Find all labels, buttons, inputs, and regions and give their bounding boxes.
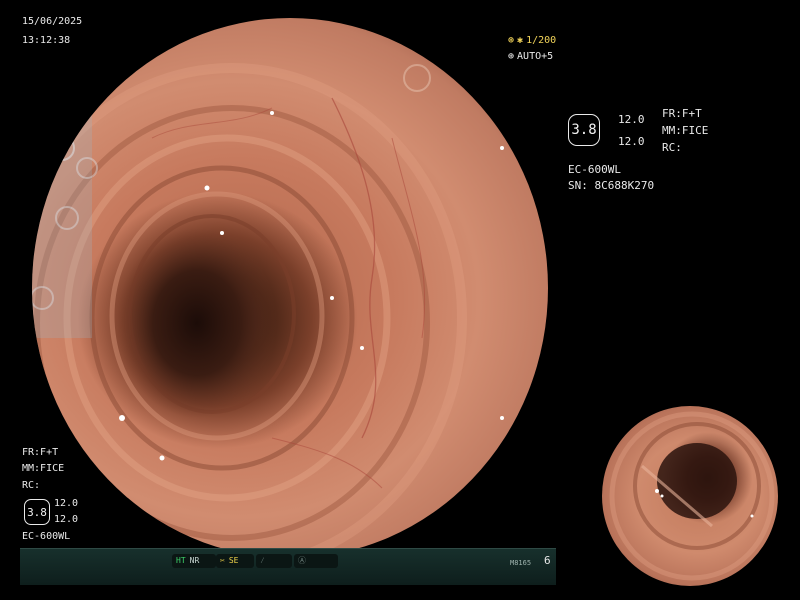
star-icon: ✱ bbox=[517, 35, 524, 46]
pen-chip[interactable]: ⁄ bbox=[256, 554, 292, 568]
left-rc-label: RC: bbox=[22, 480, 41, 491]
status-bar: HT NR ✂ SE ⁄ Ⓐ M8165 6 bbox=[20, 548, 556, 585]
left-frame-mode: FR:F+T bbox=[22, 447, 59, 458]
se-chip[interactable]: ✂ SE bbox=[216, 554, 254, 568]
right-value-2: 12.0 bbox=[618, 135, 645, 148]
scissors-icon: ✂ bbox=[220, 556, 225, 565]
left-value-1: 12.0 bbox=[54, 498, 79, 509]
main-view-art bbox=[32, 58, 504, 558]
endoscope-thumbnail-view[interactable] bbox=[602, 406, 778, 586]
left-scope-model: EC-600WL bbox=[22, 531, 71, 542]
aperture-icon: ⊛ bbox=[508, 35, 515, 46]
right-mm-mode: MM:FICE bbox=[662, 124, 709, 137]
structure-enhancement-badge: 3.8 bbox=[568, 114, 600, 146]
thumbnail-art bbox=[609, 411, 775, 581]
left-value-2: 12.0 bbox=[54, 514, 79, 525]
se-indicator: SE bbox=[228, 556, 239, 565]
date-label: 15/06/2025 bbox=[22, 16, 83, 27]
circle-chip[interactable]: Ⓐ bbox=[294, 554, 338, 568]
pen-icon: ⁄ bbox=[260, 556, 265, 565]
endoscope-main-view bbox=[32, 18, 548, 558]
right-frame-mode: FR:F+T bbox=[662, 107, 702, 120]
shutter-speed: 1/200 bbox=[526, 35, 557, 46]
shutter-row: ⊛ ✱ 1/200 bbox=[508, 35, 556, 47]
left-structure-badge: 3.8 bbox=[24, 499, 50, 525]
right-scope-model: EC-600WL bbox=[568, 163, 621, 176]
ht-nr-chip[interactable]: HT NR bbox=[172, 554, 216, 568]
right-rc-label: RC: bbox=[662, 141, 682, 154]
right-serial-number: SN: 8C688K270 bbox=[568, 179, 655, 192]
auto-row: ⊕ AUTO+5 bbox=[508, 51, 553, 63]
ht-indicator: HT bbox=[176, 556, 186, 565]
image-counter: 6 bbox=[544, 554, 551, 567]
left-mm-mode: MM:FICE bbox=[22, 463, 65, 474]
device-code: M8165 bbox=[510, 559, 532, 567]
right-value-1: 12.0 bbox=[618, 113, 645, 126]
time-label: 13:12:38 bbox=[22, 35, 71, 46]
auto-exposure-icon: ⊕ bbox=[508, 51, 515, 62]
circle-a-icon: Ⓐ bbox=[298, 556, 306, 565]
nr-indicator: NR bbox=[189, 556, 200, 565]
auto-exposure-value: AUTO+5 bbox=[517, 51, 554, 62]
